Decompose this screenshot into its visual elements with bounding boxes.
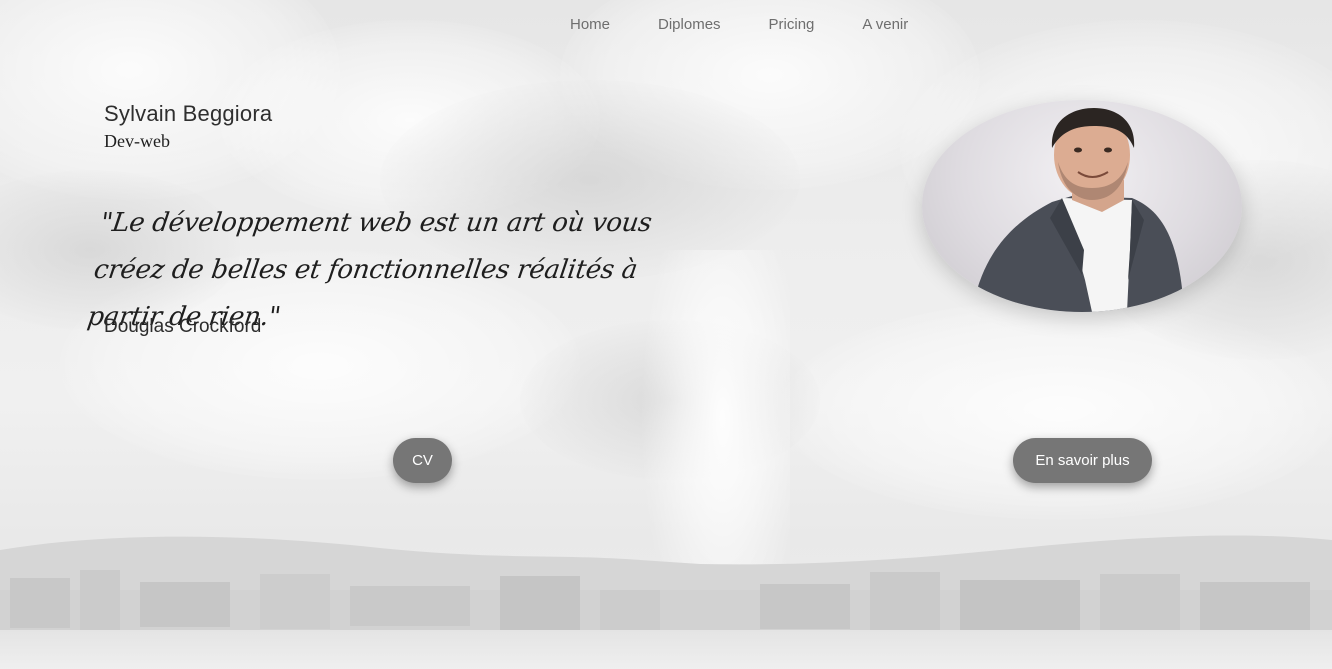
profile-photo xyxy=(922,100,1242,312)
quote-author: Douglas Crockford xyxy=(104,316,262,337)
person-icon xyxy=(972,108,1184,312)
page: Home Diplomes Pricing A venir Sylvain Be… xyxy=(0,0,1332,669)
person-name: Sylvain Beggiora xyxy=(104,101,273,126)
nav-diplomes-link[interactable]: Diplomes xyxy=(634,14,745,35)
person-role: Dev-web xyxy=(104,131,170,151)
nav-pricing-link[interactable]: Pricing xyxy=(745,14,839,35)
nav-home-link[interactable]: Home xyxy=(546,14,634,35)
main-nav: Home Diplomes Pricing A venir xyxy=(546,14,932,35)
nav-a-venir-link[interactable]: A venir xyxy=(838,14,932,35)
cv-button[interactable]: CV xyxy=(393,438,452,483)
learn-more-button[interactable]: En savoir plus xyxy=(1013,438,1152,483)
